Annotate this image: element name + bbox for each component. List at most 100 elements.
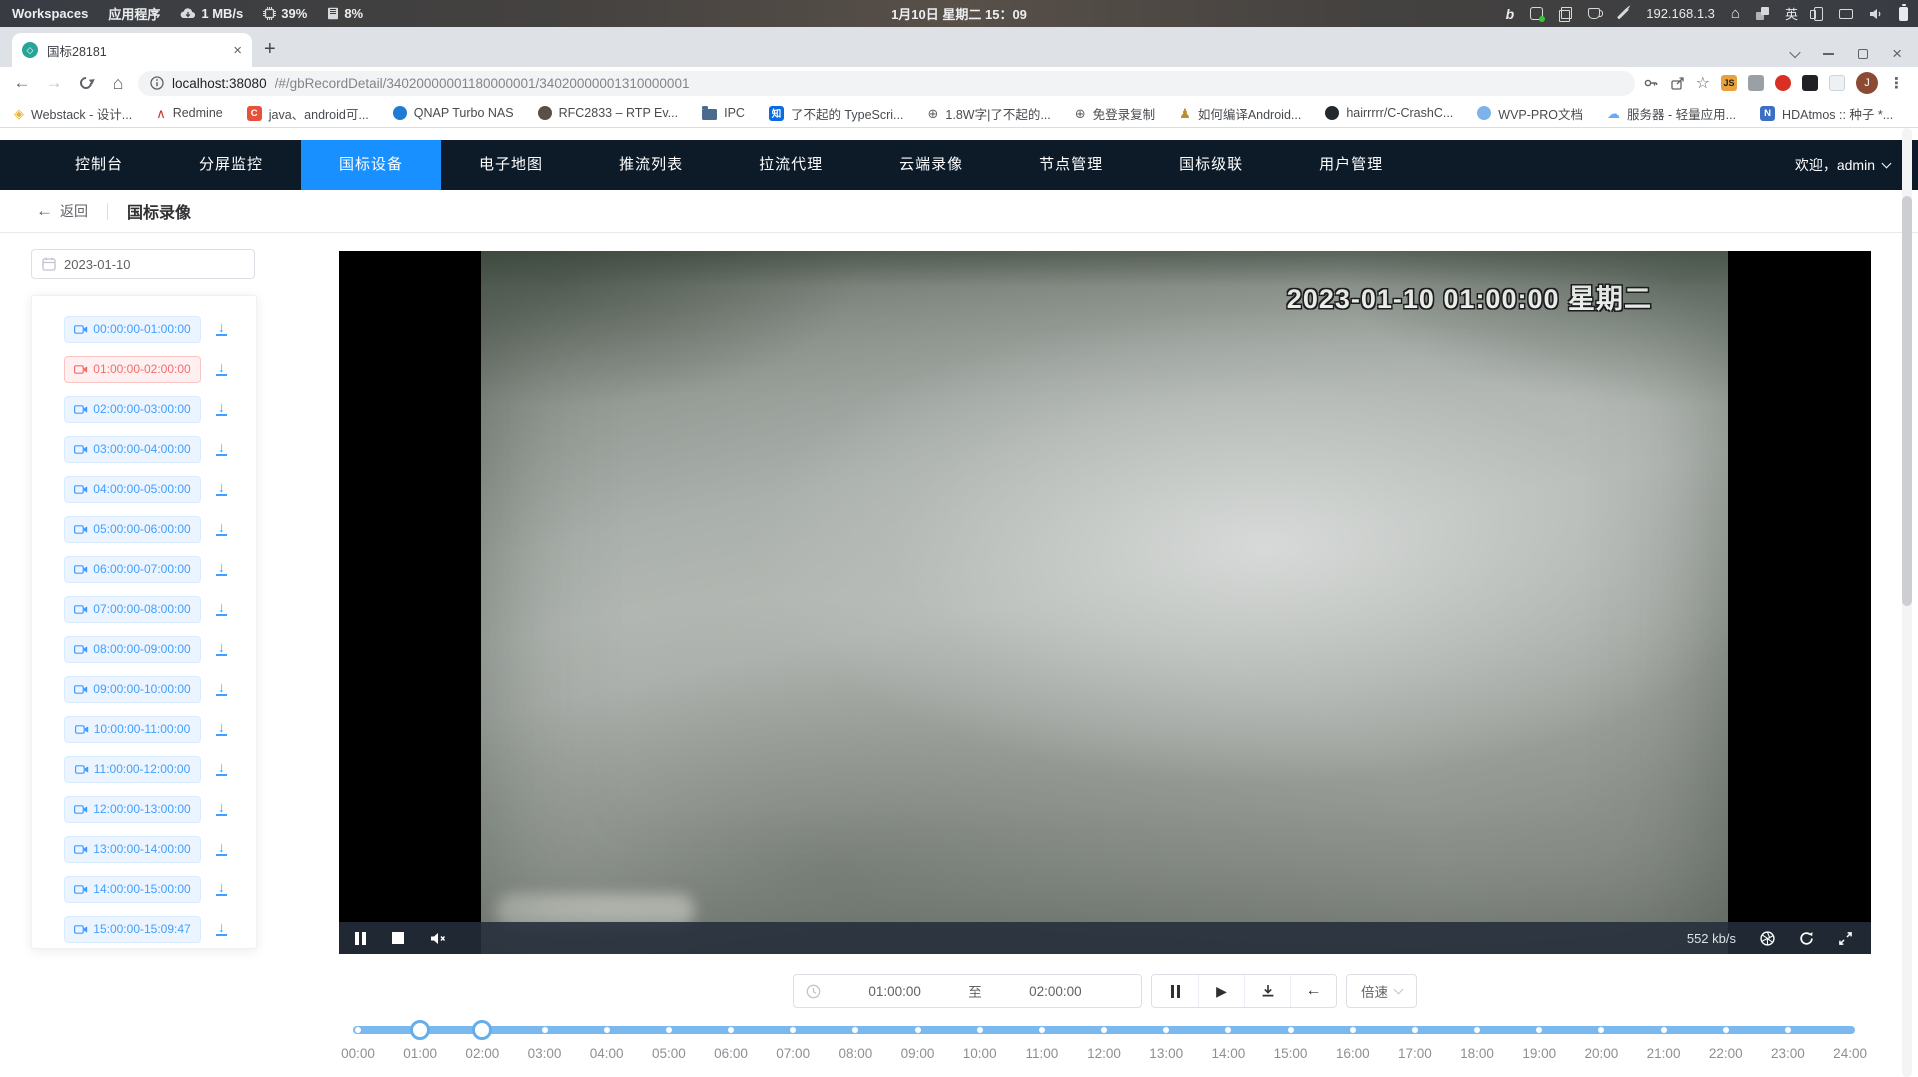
end-time-value[interactable]: 02:00:00 <box>982 984 1129 999</box>
ip-address-indicator[interactable]: 192.168.1.3 <box>1646 6 1715 21</box>
new-tab-button[interactable]: + <box>264 38 276 61</box>
input-method-indicator[interactable]: 英 <box>1785 4 1798 23</box>
bookmark-item[interactable]: ◈Webstack - 设计... <box>14 104 132 123</box>
bookmark-item[interactable]: ♟如何编译Android... <box>1179 104 1301 123</box>
bookmark-star-icon[interactable]: ☆ <box>1696 73 1710 93</box>
nav-item-2[interactable]: 分屏监控 <box>161 140 301 190</box>
segment-download-icon[interactable]: ↓ <box>216 322 227 336</box>
address-bar[interactable]: localhost:38080/#/gbRecordDetail/3402000… <box>138 71 1635 96</box>
segment-button-7[interactable]: 06:00:00-07:00:00 <box>64 556 201 583</box>
segment-button-16[interactable]: 15:00:00-15:09:47 <box>64 916 201 943</box>
home-tray-icon[interactable]: ⌂ <box>1731 5 1740 22</box>
speed-dropdown[interactable]: 倍速 <box>1346 974 1417 1008</box>
nav-item-7[interactable]: 云端录像 <box>861 140 1001 190</box>
date-picker[interactable]: 2023-01-10 <box>31 249 255 279</box>
segment-download-icon[interactable]: ↓ <box>216 442 227 456</box>
segment-download-icon[interactable]: ↓ <box>216 562 227 576</box>
segment-download-icon[interactable]: ↓ <box>216 762 227 776</box>
bookmark-item[interactable]: WVP-PRO文档 <box>1477 104 1583 123</box>
extension-dark-icon[interactable] <box>1802 75 1818 91</box>
nav-item-5[interactable]: 推流列表 <box>581 140 721 190</box>
tray-status-app-icon[interactable] <box>1530 7 1543 20</box>
browser-menu-icon[interactable]: ⋮ <box>1889 74 1904 92</box>
player-pause-icon[interactable] <box>355 932 366 945</box>
forward-icon[interactable]: → <box>42 73 66 93</box>
segment-button-9[interactable]: 08:00:00-09:00:00 <box>64 636 201 663</box>
segment-download-icon[interactable]: ↓ <box>216 642 227 656</box>
profile-avatar[interactable]: J <box>1856 72 1878 94</box>
extension-js-icon[interactable]: JS <box>1721 75 1737 91</box>
bookmark-item[interactable]: NHDAtmos :: 种子 *... <box>1760 104 1893 123</box>
bookmark-item[interactable]: IPC <box>702 106 745 120</box>
browser-home-icon[interactable]: ⌂ <box>106 73 130 94</box>
segment-button-3[interactable]: 02:00:00-03:00:00 <box>64 396 201 423</box>
bookmark-item[interactable]: RFC2833 – RTP Ev... <box>538 106 679 120</box>
nav-item-6[interactable]: 拉流代理 <box>721 140 861 190</box>
segment-button-12[interactable]: 11:00:00-12:00:00 <box>64 756 201 783</box>
timeline-handle-start[interactable] <box>410 1020 430 1040</box>
segment-download-icon[interactable]: ↓ <box>216 922 227 936</box>
window-close-button[interactable]: × <box>1892 49 1902 59</box>
segment-download-icon[interactable]: ↓ <box>216 362 227 376</box>
nav-item-9[interactable]: 国标级联 <box>1141 140 1281 190</box>
timeline-handle-end[interactable] <box>472 1020 492 1040</box>
segment-download-icon[interactable]: ↓ <box>216 522 227 536</box>
segment-download-icon[interactable]: ↓ <box>216 482 227 496</box>
extension-light-icon[interactable] <box>1829 75 1845 91</box>
back-button[interactable]: ← 返回 <box>36 201 88 221</box>
segment-button-1[interactable]: 00:00:00-01:00:00 <box>64 316 201 343</box>
segment-download-icon[interactable]: ↓ <box>216 722 227 736</box>
applications-button[interactable]: 应用程序 <box>108 4 160 23</box>
segment-button-4[interactable]: 03:00:00-04:00:00 <box>64 436 201 463</box>
segment-download-icon[interactable]: ↓ <box>216 802 227 816</box>
segment-download-icon[interactable]: ↓ <box>216 682 227 696</box>
segment-button-13[interactable]: 12:00:00-13:00:00 <box>64 796 201 823</box>
page-scrollbar-thumb[interactable] <box>1902 196 1912 606</box>
screenshot-pen-tray-icon[interactable] <box>1617 7 1629 19</box>
play-button[interactable]: ▶ <box>1198 975 1244 1007</box>
nav-item-3[interactable]: 国标设备 <box>301 140 441 190</box>
bookmark-item[interactable]: QNAP Turbo NAS <box>393 106 514 120</box>
player-stop-icon[interactable] <box>392 932 404 944</box>
tab-close-icon[interactable]: × <box>233 43 242 58</box>
bookmark-item[interactable]: Cjava、android可... <box>247 104 369 123</box>
segment-button-11[interactable]: 10:00:00-11:00:00 <box>64 716 201 743</box>
tray-app-icon[interactable]: b <box>1506 6 1515 22</box>
segment-button-14[interactable]: 13:00:00-14:00:00 <box>64 836 201 863</box>
time-range-input[interactable]: 01:00:00 至 02:00:00 <box>793 974 1142 1008</box>
nav-item-10[interactable]: 用户管理 <box>1281 140 1421 190</box>
caffeine-tray-icon[interactable] <box>1588 8 1600 19</box>
bookmark-item[interactable]: ∧Redmine <box>156 106 223 120</box>
reload-icon[interactable] <box>78 75 95 92</box>
display-tray-icon[interactable] <box>1839 9 1853 19</box>
segment-button-2[interactable]: 01:00:00-02:00:00 <box>64 356 201 383</box>
segment-button-8[interactable]: 07:00:00-08:00:00 <box>64 596 201 623</box>
segment-button-6[interactable]: 05:00:00-06:00:00 <box>64 516 201 543</box>
bookmark-item[interactable]: 知了不起的 TypeScri... <box>769 104 904 123</box>
bookmark-item[interactable]: hairrrrr/C-CrashC... <box>1325 106 1453 120</box>
bookmark-item[interactable]: ⊕1.8W字|了不起的... <box>927 104 1050 123</box>
nav-item-8[interactable]: 节点管理 <box>1001 140 1141 190</box>
segment-download-icon[interactable]: ↓ <box>216 402 227 416</box>
back-icon[interactable]: ← <box>10 73 34 93</box>
segment-download-icon[interactable]: ↓ <box>216 882 227 896</box>
segment-button-15[interactable]: 14:00:00-15:00:00 <box>64 876 201 903</box>
clipboard-tray-icon[interactable] <box>1559 7 1572 20</box>
battery-tray-icon[interactable] <box>1899 7 1908 21</box>
segment-button-10[interactable]: 09:00:00-10:00:00 <box>64 676 201 703</box>
maximize-button[interactable] <box>1858 49 1868 59</box>
download-button[interactable] <box>1244 975 1290 1007</box>
seek-back-button[interactable]: ← <box>1290 975 1336 1007</box>
segment-download-icon[interactable]: ↓ <box>216 842 227 856</box>
clock[interactable]: 1月10日 星期二 15：09 <box>891 4 1027 23</box>
extension-gray-icon[interactable] <box>1748 75 1764 91</box>
tab-search-chevron-icon[interactable] <box>1789 47 1800 58</box>
nav-item-4[interactable]: 电子地图 <box>441 140 581 190</box>
extension-adblock-icon[interactable] <box>1775 75 1791 91</box>
phone-link-tray-icon[interactable] <box>1814 7 1823 21</box>
fullscreen-icon[interactable] <box>1838 931 1853 946</box>
segment-download-icon[interactable]: ↓ <box>216 602 227 616</box>
segment-button-5[interactable]: 04:00:00-05:00:00 <box>64 476 201 503</box>
minimize-button[interactable] <box>1823 53 1834 55</box>
welcome-user[interactable]: 欢迎，admin <box>1795 155 1918 175</box>
